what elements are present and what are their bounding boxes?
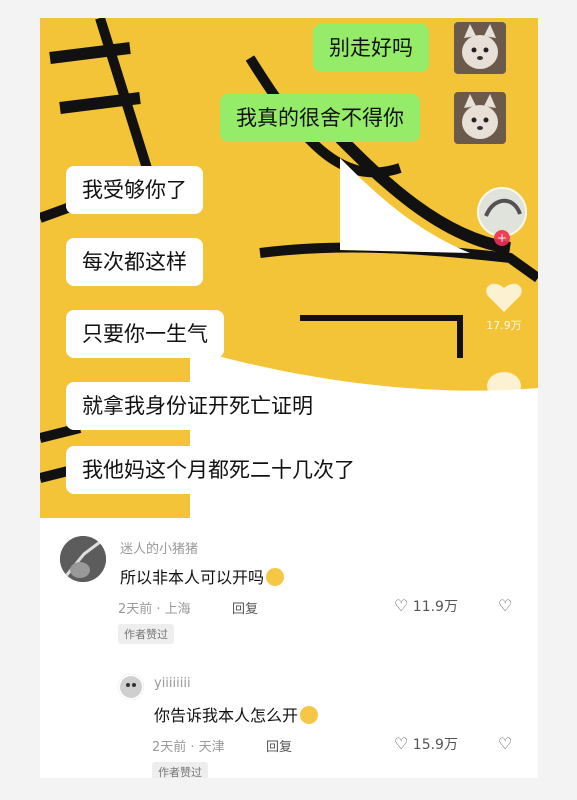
commenter-avatar[interactable]	[60, 536, 106, 582]
comment-icon	[487, 372, 521, 404]
commenter-username[interactable]: yiiiiiiii	[154, 676, 191, 691]
reply-button[interactable]: 回复	[266, 736, 292, 755]
sent-message: 别走好吗	[313, 24, 429, 72]
favorite-count: 4524	[490, 495, 518, 508]
star-icon	[486, 456, 522, 489]
comment-text: 你告诉我本人怎么开	[154, 702, 319, 726]
author-liked-badge: 作者赞过	[152, 762, 208, 778]
comment-text-content: 你告诉我本人怎么开	[154, 706, 299, 725]
comment-like-count: 15.9万	[412, 737, 458, 753]
grinning-emoji-icon	[300, 706, 319, 724]
video-player[interactable]: 别走好吗 我真的很舍不得你 我受够你了 每次都这样 只要你一生气 就拿我身份证开…	[40, 18, 538, 518]
heart-icon	[486, 283, 522, 312]
creator-avatar[interactable]: +	[474, 186, 530, 249]
comment-time-location: 2天前 · 上海	[118, 602, 191, 617]
heart-outline-icon: ♡	[394, 596, 409, 615]
cat-avatar-image	[454, 22, 506, 74]
comment-like-button[interactable]: ♡ 11.9万	[394, 596, 458, 616]
comment-button[interactable]: 4475	[476, 370, 532, 422]
favorite-button[interactable]: 4524	[476, 454, 532, 508]
author-liked-badge: 作者赞过	[118, 624, 174, 644]
received-message: 我他妈这个月都死二十几次了	[66, 446, 371, 494]
dislike-broken-heart-icon[interactable]: ♡	[498, 734, 512, 753]
dislike-broken-heart-icon[interactable]: ♡	[498, 596, 512, 615]
commenter-avatar[interactable]	[118, 674, 144, 700]
sent-message: 我真的很舍不得你	[220, 94, 420, 142]
comment-item: 迷人的小猪猪 所以非本人可以开吗 2天前 · 上海 回复 ♡ 11.9万 ♡ 作…	[40, 518, 538, 658]
comment-count: 4475	[490, 409, 518, 422]
received-message: 我受够你了	[66, 166, 203, 214]
comment-text-content: 所以非本人可以开吗	[120, 568, 265, 587]
comment-text: 所以非本人可以开吗	[120, 564, 285, 588]
comment-like-button[interactable]: ♡ 15.9万	[394, 734, 458, 754]
comment-reply-item: yiiiiiiii 你告诉我本人怎么开 2天前 · 天津 回复 ♡ 15.9万 …	[40, 658, 538, 778]
like-count: 17.9万	[486, 319, 522, 332]
received-message: 每次都这样	[66, 238, 203, 286]
commenter-username[interactable]: 迷人的小猪猪	[120, 538, 198, 557]
surprised-emoji-icon	[266, 568, 285, 586]
received-message: 就拿我身份证开死亡证明	[66, 382, 329, 430]
received-message: 只要你一生气	[66, 310, 224, 358]
screenshot-frame: 别走好吗 我真的很舍不得你 我受够你了 每次都这样 只要你一生气 就拿我身份证开…	[40, 18, 538, 778]
heart-outline-icon: ♡	[394, 734, 409, 753]
reply-button[interactable]: 回复	[232, 598, 258, 617]
comment-time-location: 2天前 · 天津	[152, 740, 225, 755]
like-button[interactable]: 17.9万	[476, 278, 532, 333]
svg-text:+: +	[497, 231, 507, 245]
cat-avatar-image	[454, 92, 506, 144]
comment-like-count: 11.9万	[412, 599, 458, 615]
